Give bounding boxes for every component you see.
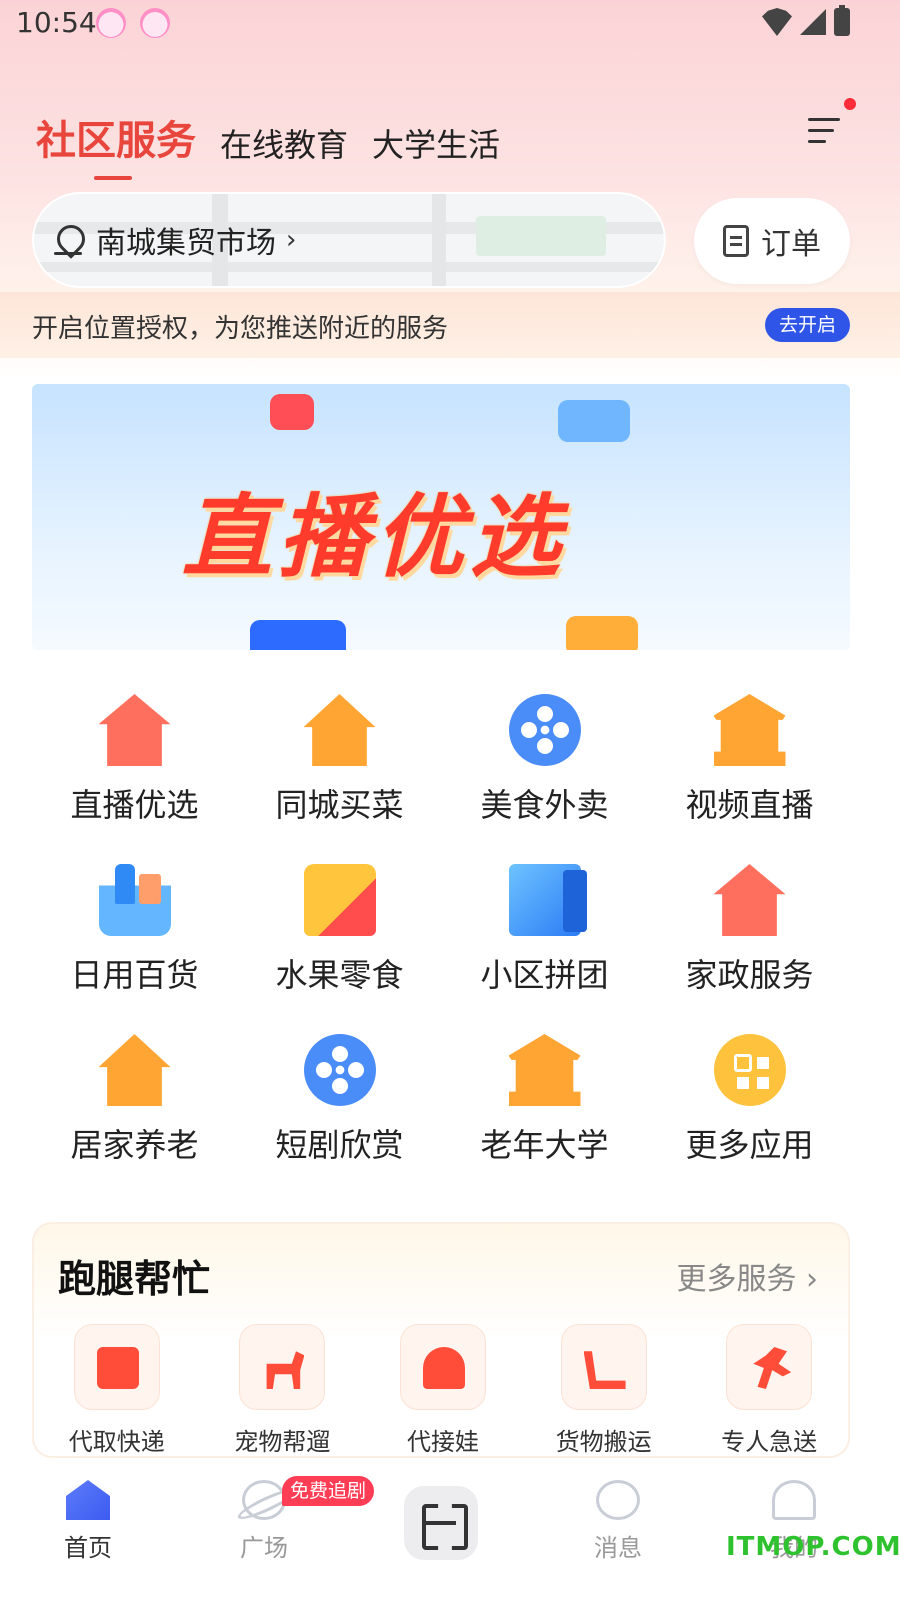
notification-dot [844,98,856,110]
home-icon [66,1480,110,1520]
status-bar: 10:54 [0,0,900,48]
promo-banner[interactable]: 直播优选 [32,384,850,650]
app-label: 居家养老 [70,1126,199,1164]
battery-icon [834,5,850,36]
errand-express-delivery[interactable]: 专人急送 [721,1324,817,1457]
chips-icon [303,864,376,936]
errand-label: 宠物帮遛 [234,1428,331,1456]
errand-section: 跑腿帮忙 更多服务 › 代取快递 宠物帮遛 代接娃 货物搬运 专人急送 [32,1222,850,1458]
permission-text: 开启位置授权，为您推送附近的服务 [32,314,449,344]
bank-building-icon [508,1034,581,1106]
location-selector[interactable]: 南城集贸市场 › [32,192,666,288]
house-broom-icon [713,864,786,936]
errand-pickup-parcel[interactable]: 代取快递 [69,1324,165,1457]
tab-online-education[interactable]: 在线教育 [220,120,348,166]
app-live-selection[interactable]: 直播优选 [32,694,237,826]
errand-label: 代接娃 [406,1428,479,1456]
order-button[interactable]: 订单 [694,198,850,284]
app-label: 家政服务 [685,956,814,994]
message-icon [596,1480,640,1520]
tab-community-service[interactable]: 社区服务 [36,108,196,180]
hand-truck-icon [560,1324,647,1410]
app-label: 短剧欣赏 [275,1126,404,1164]
scan-icon[interactable] [404,1486,478,1560]
document-icon [723,225,749,257]
notification-face-icon [140,8,170,38]
location-name: 南城集贸市场 [96,226,276,261]
app-label: 美食外卖 [480,786,609,824]
app-fruit-snacks[interactable]: 水果零食 [237,864,442,996]
app-label: 视频直播 [685,786,814,824]
errand-label: 货物搬运 [555,1428,652,1456]
bank-building-icon [713,694,786,766]
section-title: 跑腿帮忙 [58,1257,211,1301]
house-elder-icon [98,1034,171,1106]
nav-label: 消息 [594,1534,642,1562]
errand-label: 代取快递 [68,1428,165,1456]
signal-icon [800,9,826,35]
nav-home[interactable]: 首页 [28,1480,148,1563]
errand-items: 代取快递 宠物帮遛 代接娃 货物搬运 专人急送 [34,1324,852,1457]
app-label: 小区拼团 [480,956,609,994]
house-broom-icon [98,694,171,766]
tab-college-life[interactable]: 大学生活 [372,120,500,166]
chat-bubble-icon [566,616,638,650]
film-reel-icon [508,694,581,766]
app-short-drama[interactable]: 短剧欣赏 [237,1034,442,1166]
top-tabs: 社区服务 在线教育 大学生活 [36,108,500,180]
errand-child-pickup[interactable]: 代接娃 [399,1324,486,1457]
notification-face-icon [96,8,126,38]
errand-label: 专人急送 [721,1428,818,1456]
app-daily-goods[interactable]: 日用百货 [32,864,237,996]
user-icon [772,1480,816,1520]
app-more[interactable]: 更多应用 [647,1034,852,1166]
app-senior-university[interactable]: 老年大学 [442,1034,647,1166]
location-pin-icon [54,225,82,255]
nav-label: 广场 [240,1534,288,1562]
dog-icon [239,1324,326,1410]
chevron-right-icon: › [286,225,297,255]
app-grid: 直播优选 同城买菜 美食外卖 视频直播 日用百货 水果零食 小区拼团 家政服务 … [32,694,852,1166]
app-home-elderly-care[interactable]: 居家养老 [32,1034,237,1166]
app-food-delivery[interactable]: 美食外卖 [442,694,647,826]
heart-bubble-icon [270,394,314,430]
location-permission-bar: 开启位置授权，为您推送附近的服务 去开启 [0,292,900,358]
nav-label: 首页 [64,1534,112,1562]
parcel-icon [73,1324,160,1410]
basket-icon [98,864,171,936]
app-label: 日用百货 [70,956,199,994]
enable-location-button[interactable]: 去开启 [764,308,850,342]
status-indicators [762,5,850,36]
watermark: ITMOP.COM [726,1532,900,1562]
app-label: 直播优选 [70,786,199,824]
film-reel-icon [303,1034,376,1106]
message-card-icon [250,620,346,650]
chat-bubble-icon [558,400,630,442]
errand-goods-moving[interactable]: 货物搬运 [556,1324,652,1457]
errand-pet-walking[interactable]: 宠物帮遛 [234,1324,330,1457]
grid-icon [713,1034,786,1106]
app-local-groceries[interactable]: 同城买菜 [237,694,442,826]
app-housekeeping[interactable]: 家政服务 [647,864,852,996]
app-label: 水果零食 [275,956,404,994]
house-elder-icon [303,694,376,766]
wifi-icon [762,8,792,36]
promo-badge: 免费追剧 [282,1476,375,1506]
order-label: 订单 [761,227,821,262]
runner-icon [726,1324,813,1410]
planet-icon [242,1480,286,1520]
parent-child-icon [399,1324,486,1410]
building-icon [508,864,587,936]
app-label: 老年大学 [480,1126,609,1164]
status-time: 10:54 [16,6,97,39]
app-label: 同城买菜 [275,786,404,824]
app-community-group-buy[interactable]: 小区拼团 [442,864,647,996]
more-services-link[interactable]: 更多服务 › [676,1254,818,1298]
nav-messages[interactable]: 消息 [558,1480,678,1563]
app-video-live[interactable]: 视频直播 [647,694,852,826]
banner-title: 直播优选 [182,485,566,590]
app-label: 更多应用 [685,1126,814,1164]
menu-icon[interactable] [808,118,842,148]
